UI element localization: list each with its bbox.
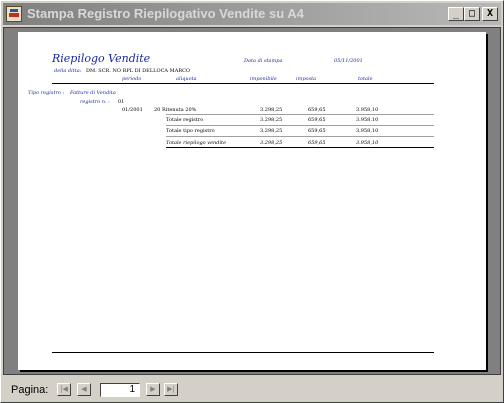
report-page: Riepilogo Vendite Data di stampa 05/11/2…: [18, 32, 486, 370]
total-type-totale: 3.958,10: [356, 128, 379, 134]
col-header-totale: totale: [358, 76, 373, 82]
first-page-button[interactable]: |◀: [57, 383, 71, 396]
header-divider: [52, 83, 434, 84]
prev-page-button[interactable]: ◀: [77, 383, 91, 396]
row-totale: 3.958,10: [356, 107, 379, 113]
row-aliquota: 20 Ritenuta 20%: [154, 107, 197, 113]
title-bar[interactable]: Stampa Registro Riepilogativo Vendite su…: [3, 3, 501, 25]
print-date-label: Data di stampa: [244, 58, 283, 64]
row-period: 01/2001: [122, 107, 143, 113]
row-imponibile: 3.298,25: [260, 107, 283, 113]
total-register-totale: 3.958,10: [356, 117, 379, 123]
report-preview-window: Stampa Registro Riepilogativo Vendite su…: [0, 0, 504, 403]
footer-divider: [52, 352, 434, 353]
total-type-imponibile: 3.298,25: [260, 128, 283, 134]
register-type-value: Fatture di Vendita: [70, 90, 116, 96]
total-summary-imposta: 659,65: [308, 140, 326, 146]
register-type-label: Tipo registro :: [28, 90, 65, 96]
col-header-aliquota: aliquota: [176, 76, 197, 82]
total-type-imposta: 659,65: [308, 128, 326, 134]
minimize-button[interactable]: _: [448, 7, 464, 21]
maximize-button[interactable]: □: [464, 7, 480, 21]
company-label: della ditta:: [54, 68, 82, 74]
status-bar: Pagina: |◀ ◀ 1 ▶ ▶|: [3, 378, 501, 402]
company-name: DM. SCR. NO RPL DI DELLOCA MARCO: [86, 68, 191, 74]
total-register-divider: [166, 125, 434, 126]
next-page-button[interactable]: ▶: [146, 383, 160, 396]
row-divider: [166, 114, 434, 115]
total-register-label: Totale registro: [166, 117, 204, 123]
total-type-divider: [166, 136, 434, 137]
total-type-label: Totale tipo registro: [166, 128, 215, 134]
total-summary-imponibile: 3.298,25: [260, 140, 283, 146]
preview-area[interactable]: Riepilogo Vendite Data di stampa 05/11/2…: [3, 27, 501, 375]
report-title: Riepilogo Vendite: [52, 52, 151, 65]
summary-divider: [166, 147, 434, 148]
print-date-value: 05/11/2001: [334, 58, 363, 64]
register-no-label: registro n. :: [80, 99, 110, 105]
last-page-button[interactable]: ▶|: [164, 383, 178, 396]
page-number-input[interactable]: 1: [100, 383, 140, 397]
close-button[interactable]: X: [482, 7, 498, 21]
app-icon[interactable]: [6, 6, 22, 22]
total-register-imponibile: 3.298,25: [260, 117, 283, 123]
row-imposta: 659,65: [308, 107, 326, 113]
register-no-value: 01: [118, 99, 125, 105]
window-title: Stampa Registro Riepilogativo Vendite su…: [27, 6, 304, 21]
total-summary-totale: 3.958,10: [356, 140, 379, 146]
col-header-imponibile: imponibile: [250, 76, 277, 82]
col-header-imposta: imposta: [296, 76, 317, 82]
page-label: Pagina:: [11, 384, 49, 396]
col-header-periodo: periodo: [122, 76, 142, 82]
total-summary-label: Totale riepilogo vendite: [166, 140, 227, 146]
total-register-imposta: 659,65: [308, 117, 326, 123]
